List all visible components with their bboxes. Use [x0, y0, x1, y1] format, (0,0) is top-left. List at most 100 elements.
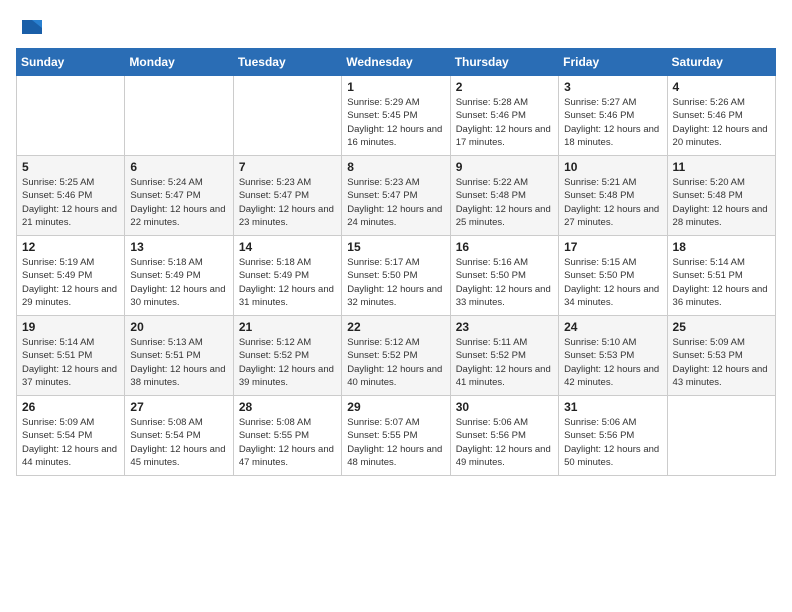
day-info: Sunrise: 5:19 AM Sunset: 5:49 PM Dayligh… [22, 256, 119, 309]
calendar-day-cell: 20 Sunrise: 5:13 AM Sunset: 5:51 PM Dayli… [125, 316, 233, 396]
day-info: Sunrise: 5:12 AM Sunset: 5:52 PM Dayligh… [239, 336, 336, 389]
calendar-day-cell: 22 Sunrise: 5:12 AM Sunset: 5:52 PM Dayli… [342, 316, 450, 396]
calendar-day-cell: 7 Sunrise: 5:23 AM Sunset: 5:47 PM Daylig… [233, 156, 341, 236]
day-number: 14 [239, 240, 336, 254]
calendar-day-cell [233, 76, 341, 156]
col-header-tuesday: Tuesday [233, 49, 341, 76]
day-number: 4 [673, 80, 770, 94]
day-number: 20 [130, 320, 227, 334]
day-number: 3 [564, 80, 661, 94]
day-info: Sunrise: 5:20 AM Sunset: 5:48 PM Dayligh… [673, 176, 770, 229]
day-number: 10 [564, 160, 661, 174]
day-info: Sunrise: 5:09 AM Sunset: 5:53 PM Dayligh… [673, 336, 770, 389]
day-number: 18 [673, 240, 770, 254]
day-info: Sunrise: 5:06 AM Sunset: 5:56 PM Dayligh… [456, 416, 553, 469]
calendar-week-row: 19 Sunrise: 5:14 AM Sunset: 5:51 PM Dayli… [17, 316, 776, 396]
day-info: Sunrise: 5:07 AM Sunset: 5:55 PM Dayligh… [347, 416, 444, 469]
calendar-day-cell: 4Sunrise: 5:26 AM Sunset: 5:46 PM Daylig… [667, 76, 775, 156]
day-info: Sunrise: 5:16 AM Sunset: 5:50 PM Dayligh… [456, 256, 553, 309]
logo [16, 16, 46, 38]
calendar-day-cell: 26 Sunrise: 5:09 AM Sunset: 5:54 PM Dayli… [17, 396, 125, 476]
day-info: Sunrise: 5:29 AM Sunset: 5:45 PM Dayligh… [347, 96, 444, 149]
calendar-day-cell: 19 Sunrise: 5:14 AM Sunset: 5:51 PM Dayli… [17, 316, 125, 396]
day-number: 16 [456, 240, 553, 254]
day-info: Sunrise: 5:13 AM Sunset: 5:51 PM Dayligh… [130, 336, 227, 389]
calendar-day-cell: 6 Sunrise: 5:24 AM Sunset: 5:47 PM Daylig… [125, 156, 233, 236]
day-number: 11 [673, 160, 770, 174]
calendar-day-cell: 29 Sunrise: 5:07 AM Sunset: 5:55 PM Dayli… [342, 396, 450, 476]
day-number: 25 [673, 320, 770, 334]
calendar-day-cell: 1 Sunrise: 5:29 AM Sunset: 5:45 PM Daylig… [342, 76, 450, 156]
calendar-day-cell: 24Sunrise: 5:10 AM Sunset: 5:53 PM Dayli… [559, 316, 667, 396]
day-info: Sunrise: 5:08 AM Sunset: 5:54 PM Dayligh… [130, 416, 227, 469]
day-info: Sunrise: 5:15 AM Sunset: 5:50 PM Dayligh… [564, 256, 661, 309]
calendar-week-row: 1 Sunrise: 5:29 AM Sunset: 5:45 PM Daylig… [17, 76, 776, 156]
day-info: Sunrise: 5:17 AM Sunset: 5:50 PM Dayligh… [347, 256, 444, 309]
day-number: 22 [347, 320, 444, 334]
calendar-day-cell: 15Sunrise: 5:17 AM Sunset: 5:50 PM Dayli… [342, 236, 450, 316]
day-number: 5 [22, 160, 119, 174]
day-info: Sunrise: 5:18 AM Sunset: 5:49 PM Dayligh… [239, 256, 336, 309]
col-header-sunday: Sunday [17, 49, 125, 76]
day-number: 26 [22, 400, 119, 414]
page-header [16, 16, 776, 38]
calendar-table: SundayMondayTuesdayWednesdayThursdayFrid… [16, 48, 776, 476]
day-info: Sunrise: 5:09 AM Sunset: 5:54 PM Dayligh… [22, 416, 119, 469]
calendar-day-cell: 2 Sunrise: 5:28 AM Sunset: 5:46 PM Daylig… [450, 76, 558, 156]
calendar-day-cell: 23 Sunrise: 5:11 AM Sunset: 5:52 PM Dayli… [450, 316, 558, 396]
day-number: 6 [130, 160, 227, 174]
col-header-friday: Friday [559, 49, 667, 76]
calendar-day-cell: 17 Sunrise: 5:15 AM Sunset: 5:50 PM Dayli… [559, 236, 667, 316]
day-number: 1 [347, 80, 444, 94]
calendar-day-cell: 5Sunrise: 5:25 AM Sunset: 5:46 PM Daylig… [17, 156, 125, 236]
day-number: 7 [239, 160, 336, 174]
calendar-week-row: 5Sunrise: 5:25 AM Sunset: 5:46 PM Daylig… [17, 156, 776, 236]
day-number: 9 [456, 160, 553, 174]
day-info: Sunrise: 5:27 AM Sunset: 5:46 PM Dayligh… [564, 96, 661, 149]
calendar-day-cell: 25 Sunrise: 5:09 AM Sunset: 5:53 PM Dayli… [667, 316, 775, 396]
day-number: 21 [239, 320, 336, 334]
day-info: Sunrise: 5:22 AM Sunset: 5:48 PM Dayligh… [456, 176, 553, 229]
calendar-day-cell [667, 396, 775, 476]
day-number: 17 [564, 240, 661, 254]
col-header-thursday: Thursday [450, 49, 558, 76]
col-header-monday: Monday [125, 49, 233, 76]
day-info: Sunrise: 5:18 AM Sunset: 5:49 PM Dayligh… [130, 256, 227, 309]
day-number: 13 [130, 240, 227, 254]
calendar-day-cell: 18Sunrise: 5:14 AM Sunset: 5:51 PM Dayli… [667, 236, 775, 316]
day-number: 28 [239, 400, 336, 414]
day-info: Sunrise: 5:21 AM Sunset: 5:48 PM Dayligh… [564, 176, 661, 229]
day-info: Sunrise: 5:08 AM Sunset: 5:55 PM Dayligh… [239, 416, 336, 469]
day-number: 8 [347, 160, 444, 174]
day-info: Sunrise: 5:24 AM Sunset: 5:47 PM Dayligh… [130, 176, 227, 229]
calendar-day-cell: 13 Sunrise: 5:18 AM Sunset: 5:49 PM Dayli… [125, 236, 233, 316]
day-info: Sunrise: 5:14 AM Sunset: 5:51 PM Dayligh… [22, 336, 119, 389]
calendar-day-cell: 11 Sunrise: 5:20 AM Sunset: 5:48 PM Dayli… [667, 156, 775, 236]
day-info: Sunrise: 5:28 AM Sunset: 5:46 PM Dayligh… [456, 96, 553, 149]
col-header-wednesday: Wednesday [342, 49, 450, 76]
day-info: Sunrise: 5:06 AM Sunset: 5:56 PM Dayligh… [564, 416, 661, 469]
calendar-day-cell [17, 76, 125, 156]
calendar-day-cell: 12 Sunrise: 5:19 AM Sunset: 5:49 PM Dayli… [17, 236, 125, 316]
day-number: 31 [564, 400, 661, 414]
day-number: 12 [22, 240, 119, 254]
day-info: Sunrise: 5:11 AM Sunset: 5:52 PM Dayligh… [456, 336, 553, 389]
day-number: 23 [456, 320, 553, 334]
day-number: 2 [456, 80, 553, 94]
day-info: Sunrise: 5:23 AM Sunset: 5:47 PM Dayligh… [347, 176, 444, 229]
day-number: 27 [130, 400, 227, 414]
calendar-day-cell: 8 Sunrise: 5:23 AM Sunset: 5:47 PM Daylig… [342, 156, 450, 236]
calendar-day-cell: 28 Sunrise: 5:08 AM Sunset: 5:55 PM Dayli… [233, 396, 341, 476]
day-info: Sunrise: 5:23 AM Sunset: 5:47 PM Dayligh… [239, 176, 336, 229]
calendar-day-cell: 27 Sunrise: 5:08 AM Sunset: 5:54 PM Dayli… [125, 396, 233, 476]
calendar-header-row: SundayMondayTuesdayWednesdayThursdayFrid… [17, 49, 776, 76]
calendar-day-cell: 3 Sunrise: 5:27 AM Sunset: 5:46 PM Daylig… [559, 76, 667, 156]
calendar-day-cell: 31 Sunrise: 5:06 AM Sunset: 5:56 PM Dayli… [559, 396, 667, 476]
day-number: 29 [347, 400, 444, 414]
logo-flag-icon [18, 16, 46, 44]
day-number: 19 [22, 320, 119, 334]
calendar-day-cell: 10 Sunrise: 5:21 AM Sunset: 5:48 PM Dayli… [559, 156, 667, 236]
calendar-day-cell [125, 76, 233, 156]
calendar-week-row: 26 Sunrise: 5:09 AM Sunset: 5:54 PM Dayli… [17, 396, 776, 476]
day-info: Sunrise: 5:12 AM Sunset: 5:52 PM Dayligh… [347, 336, 444, 389]
